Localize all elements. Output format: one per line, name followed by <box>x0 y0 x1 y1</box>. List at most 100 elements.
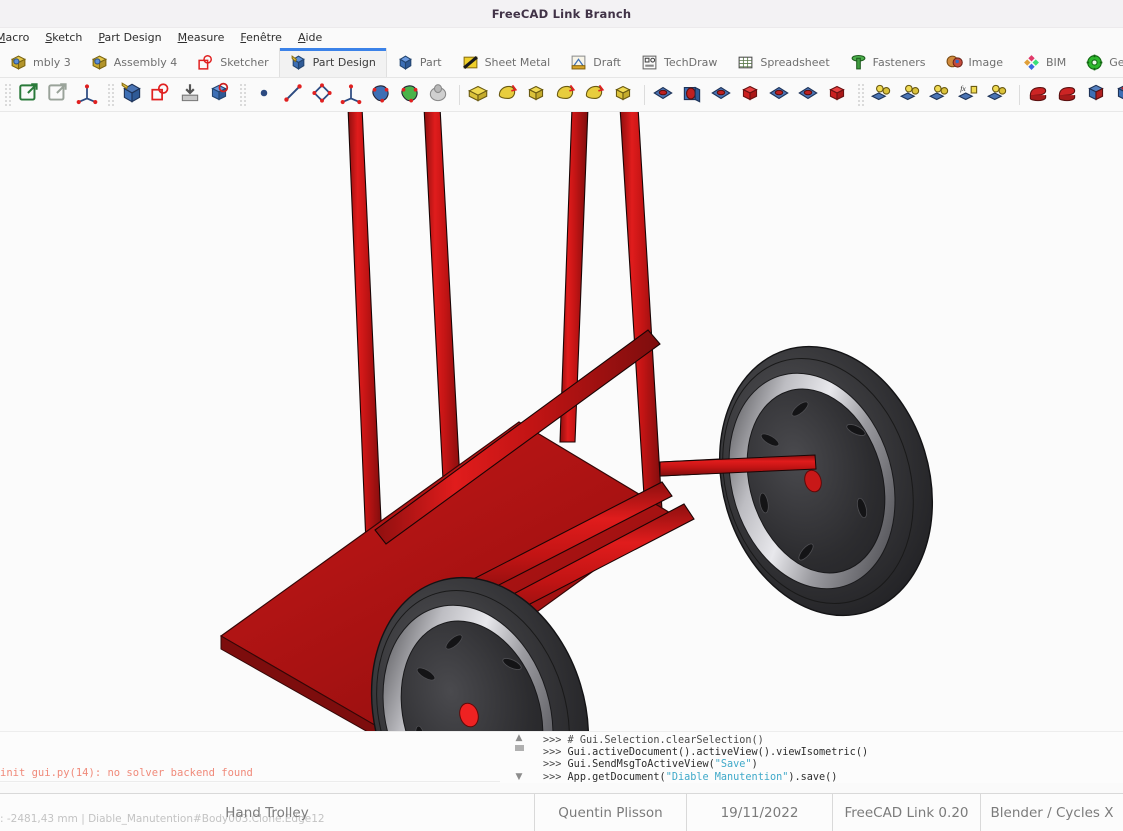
workbench-tab-fasteners[interactable]: Fasteners <box>840 48 936 77</box>
draft-icon <box>570 54 587 71</box>
additive-pipe-icon[interactable] <box>553 81 580 108</box>
sub-object-binder-icon[interactable] <box>397 81 424 108</box>
workbench-tab-label: Part <box>419 56 442 69</box>
workbench-tab-image[interactable]: Image <box>936 48 1013 77</box>
title-bar: FreeCAD Link Branch <box>0 0 1123 28</box>
menu-item-measure[interactable]: Measure <box>170 28 233 48</box>
datum-point-icon[interactable] <box>252 81 279 108</box>
revolution-icon[interactable] <box>495 81 522 108</box>
date-cell: 19/11/2022 <box>686 794 832 831</box>
techdraw-icon <box>641 54 658 71</box>
polar-pattern-icon[interactable] <box>928 81 955 108</box>
toolbar-separator <box>1019 84 1020 105</box>
author-cell: Quentin Plisson <box>534 794 686 831</box>
create-body-icon[interactable] <box>17 81 44 108</box>
groove-icon[interactable] <box>709 81 736 108</box>
additive-box-icon[interactable] <box>611 81 638 108</box>
part-icon <box>397 54 414 71</box>
3d-viewport[interactable]: ▲ ▼ Vue <box>0 112 1123 731</box>
menu-item-macro[interactable]: Macro <box>0 28 37 48</box>
create-sketch-icon[interactable] <box>120 81 147 108</box>
workbench-tab-label: Part Design <box>312 56 376 69</box>
mirrored-icon[interactable] <box>870 81 897 108</box>
image-icon <box>946 54 963 71</box>
additive-loft-icon[interactable] <box>524 81 551 108</box>
sketcher-icon <box>197 54 214 71</box>
pocket-icon[interactable] <box>651 81 678 108</box>
main-toolbar[interactable]: fx <box>0 78 1123 112</box>
svg-text:fx: fx <box>960 84 966 93</box>
validate-sketch-icon[interactable] <box>207 81 234 108</box>
toolbar-drag-handle[interactable] <box>4 82 12 107</box>
lower-panel-strip: init gui.py(14): no solver backend found… <box>0 731 1123 783</box>
map-sketch-icon[interactable] <box>178 81 205 108</box>
assembly3-icon <box>10 54 27 71</box>
workbench-tab-spreadsheet[interactable]: Spreadsheet <box>727 48 839 77</box>
subtractive-pipe-icon[interactable] <box>767 81 794 108</box>
bottom-info-bar: : -2481,43 mm | Diable_Manutention#Body0… <box>0 793 1123 831</box>
console-scroll-thumb[interactable] <box>514 745 524 751</box>
spreadsheet-icon <box>737 54 754 71</box>
chamfer-icon[interactable] <box>1055 81 1082 108</box>
subtractive-box-icon[interactable] <box>825 81 852 108</box>
workbench-tab-part-design[interactable]: Part Design <box>278 48 387 77</box>
workbench-tab-bar[interactable]: mbly 3 Assembly 4 Sketcher Part Design Part S… <box>0 48 1123 78</box>
workbench-tab-gear[interactable]: Gear <box>1076 48 1123 77</box>
pad-icon[interactable] <box>466 81 493 108</box>
toolbar-drag-handle[interactable] <box>857 82 865 107</box>
toolbar-drag-handle[interactable] <box>107 82 115 107</box>
gear-icon <box>1086 54 1103 71</box>
subtractive-helix-icon[interactable] <box>796 81 823 108</box>
workbench-tab-label: Fasteners <box>872 56 926 69</box>
menu-item-aide[interactable]: Aide <box>290 28 330 48</box>
project-title: Hand Trolley <box>225 804 309 821</box>
console-scroll-down-icon[interactable]: ▼ <box>516 773 523 782</box>
clone-icon[interactable] <box>426 81 453 108</box>
workbench-tab-label: BIM <box>1045 56 1067 69</box>
software-version-cell: FreeCAD Link 0.20 <box>832 794 980 831</box>
menu-item-sketch[interactable]: Sketch <box>37 28 90 48</box>
toolbar-drag-handle[interactable] <box>239 82 247 107</box>
workbench-tab-sketcher[interactable]: Sketcher <box>187 48 278 77</box>
multi-transform-icon[interactable]: fx <box>957 81 984 108</box>
workbench-tab-techdraw[interactable]: TechDraw <box>631 48 727 77</box>
datum-plane-icon[interactable] <box>310 81 337 108</box>
report-view-line: init gui.py(14): no solver backend found <box>0 767 500 782</box>
fillet-icon[interactable] <box>1026 81 1053 108</box>
workbench-tab-label: mbly 3 <box>33 56 71 69</box>
freecad-window: FreeCAD Link Branch Macro Sketch Part Desi… <box>0 0 1123 831</box>
menu-item-part-design[interactable]: Part Design <box>90 28 169 48</box>
create-group-icon[interactable] <box>46 81 73 108</box>
thickness-icon[interactable] <box>1113 81 1123 108</box>
edit-sketch-icon[interactable] <box>149 81 176 108</box>
python-console[interactable]: >>> # Gui.Selection.clearSelection() >>> … <box>543 735 1123 783</box>
datum-line-icon[interactable] <box>281 81 308 108</box>
workbench-tab-bim[interactable]: BIM <box>1013 48 1076 77</box>
workbench-tab-mbly-3[interactable]: mbly 3 <box>0 48 81 77</box>
hand-trolley-3d-model <box>0 112 1123 731</box>
shape-binder-icon[interactable] <box>368 81 395 108</box>
draft-feature-icon[interactable] <box>1084 81 1111 108</box>
fasteners-icon <box>850 54 867 71</box>
renderer-cell: Blender / Cycles X <box>980 794 1123 831</box>
bim-icon <box>1023 54 1040 71</box>
subtractive-loft-icon[interactable] <box>738 81 765 108</box>
workbench-tab-label: Sheet Metal <box>484 56 551 69</box>
console-line: >>> App.getDocument("Diable Manutention"… <box>543 771 838 783</box>
console-scroll-up-icon[interactable]: ▲ <box>516 734 523 743</box>
workbench-tab-sheet-metal[interactable]: Sheet Metal <box>452 48 561 77</box>
workbench-tab-draft[interactable]: Draft <box>560 48 631 77</box>
workbench-tab-assembly-4[interactable]: Assembly 4 <box>81 48 188 77</box>
create-datum-icon[interactable] <box>75 81 102 108</box>
linear-pattern-icon[interactable] <box>899 81 926 108</box>
scaled-icon[interactable] <box>986 81 1013 108</box>
local-coordinate-system-icon[interactable] <box>339 81 366 108</box>
toolbar-separator <box>644 84 645 105</box>
workbench-tab-part[interactable]: Part <box>387 48 452 77</box>
hole-icon[interactable] <box>680 81 707 108</box>
additive-helix-icon[interactable] <box>582 81 609 108</box>
menu-item-fen-tre[interactable]: Fenêtre <box>232 28 290 48</box>
console-line: >>> Gui.activeDocument().activeView().vi… <box>543 747 869 759</box>
toolbar-separator <box>459 84 460 105</box>
console-scrollbar[interactable]: ▲ ▼ <box>508 734 530 782</box>
